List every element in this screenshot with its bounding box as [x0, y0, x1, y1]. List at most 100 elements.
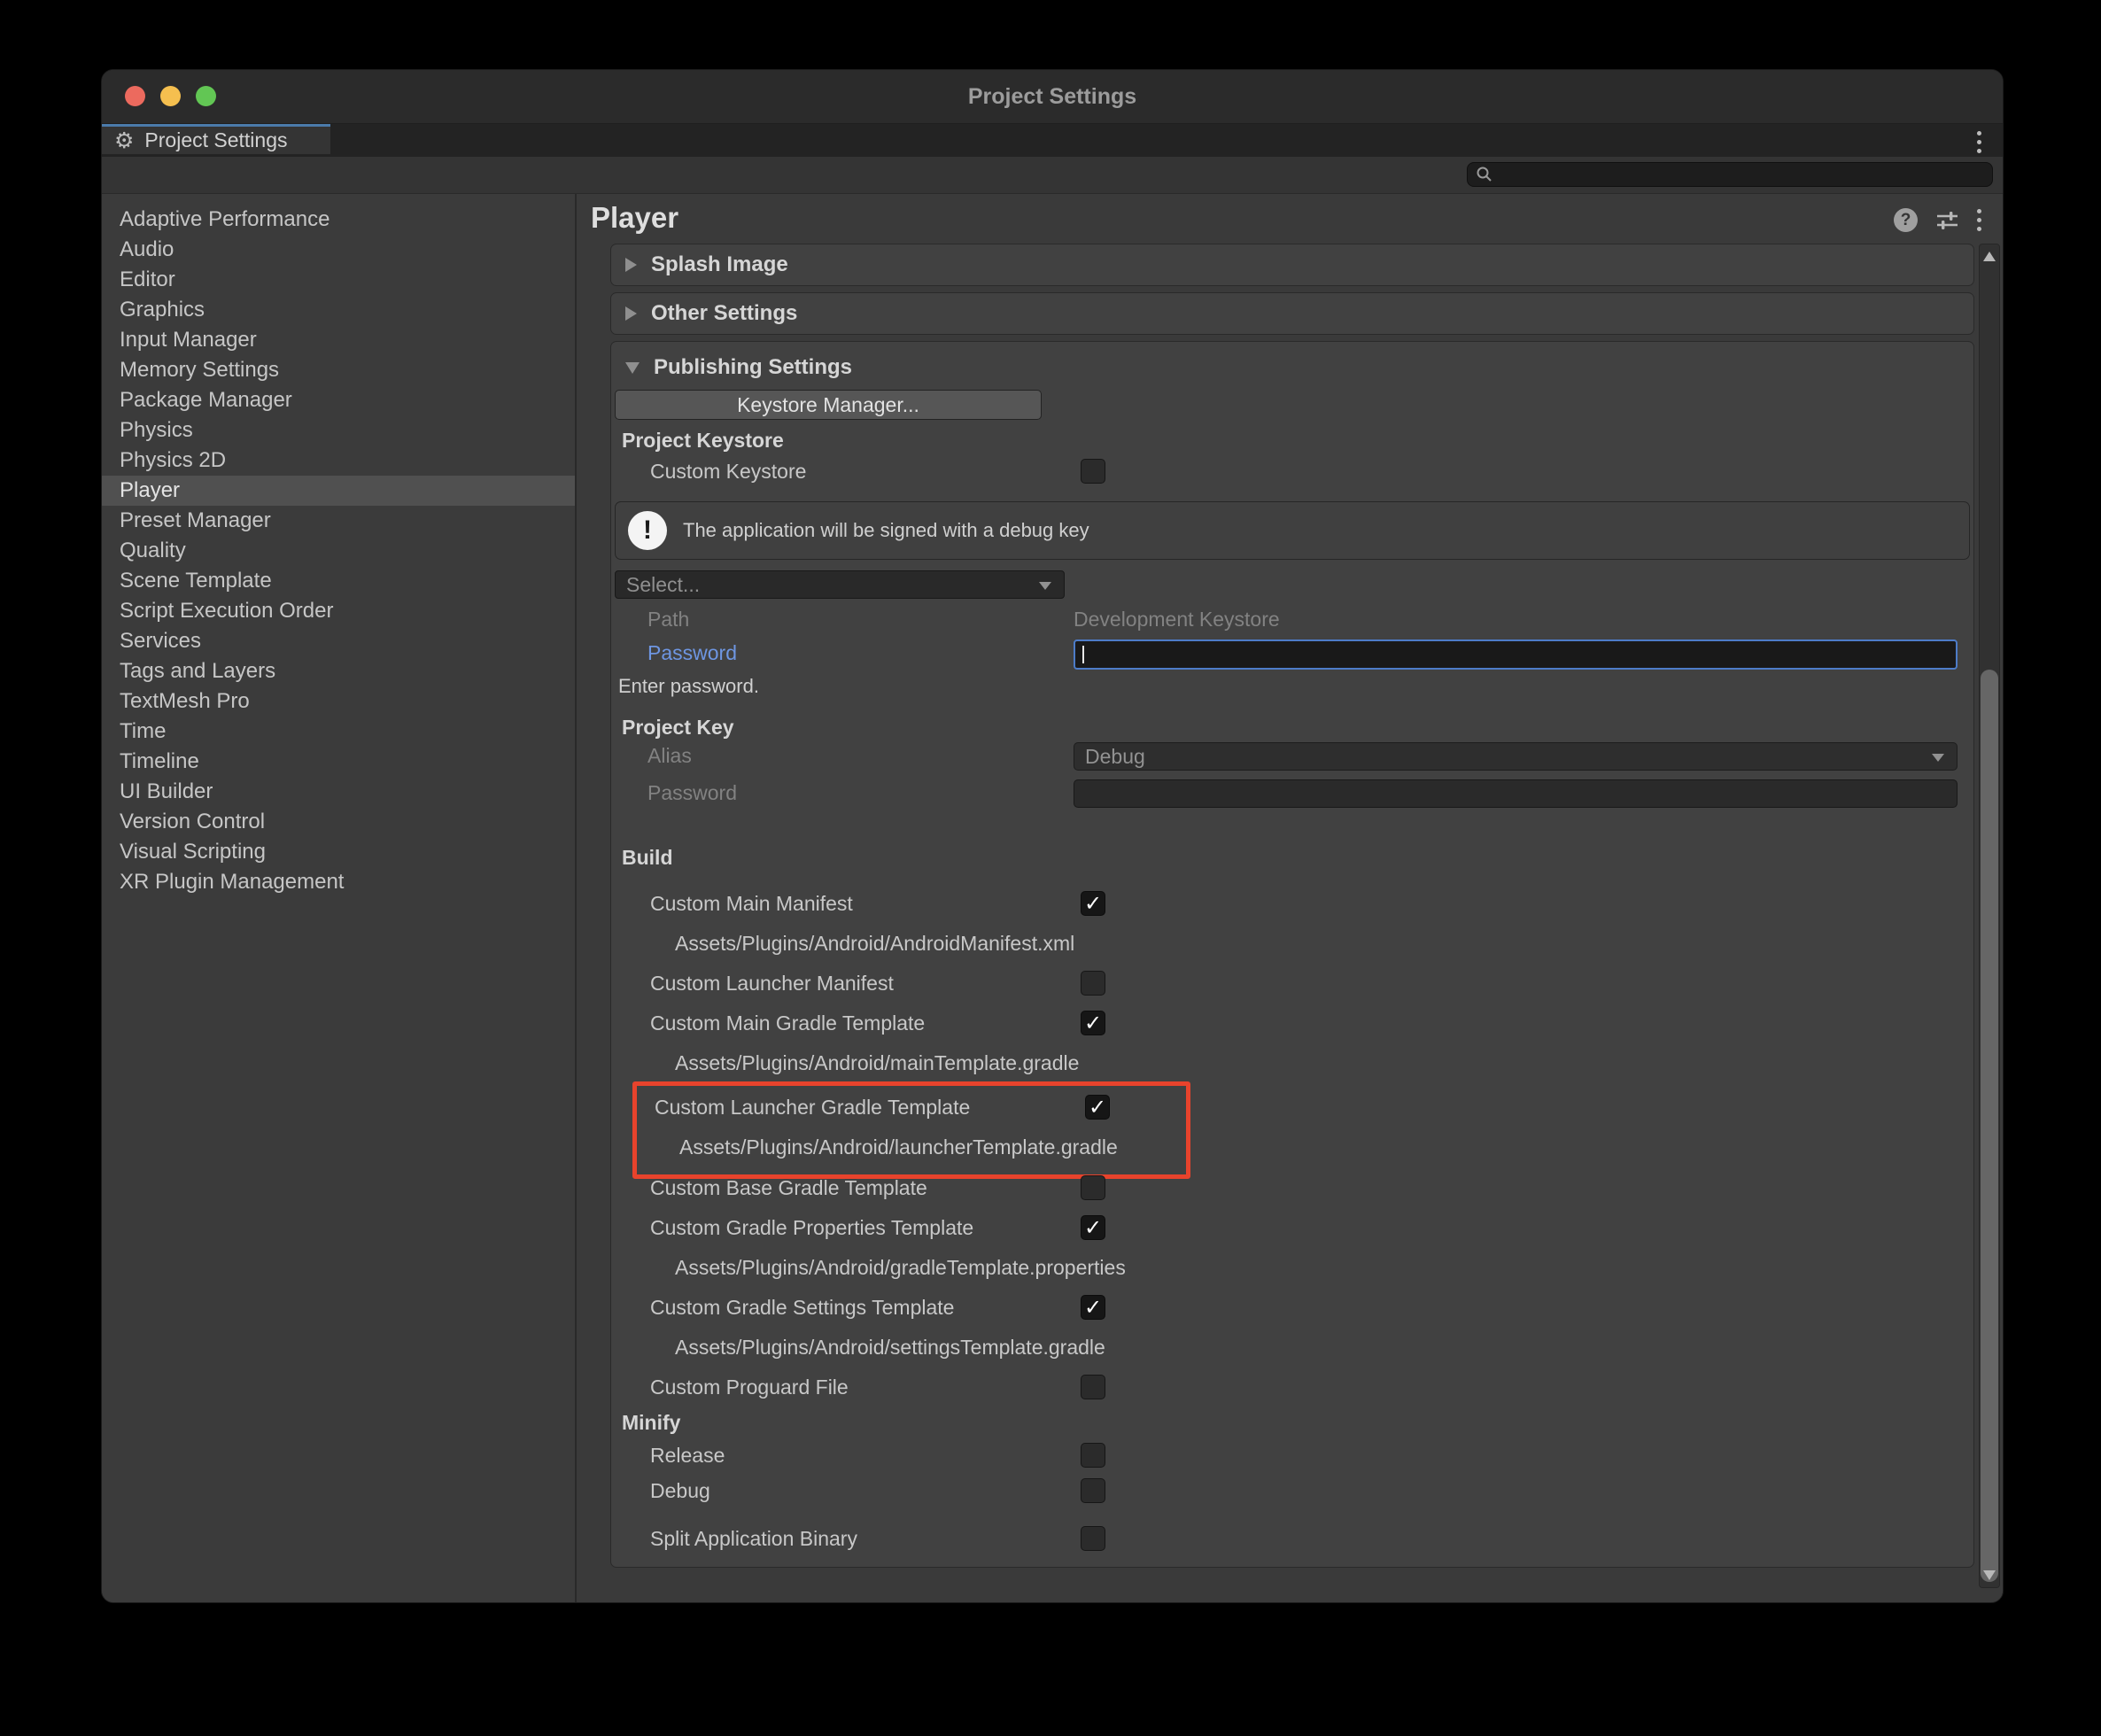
- path-label: Path: [647, 606, 689, 632]
- sidebar-item-player[interactable]: Player: [102, 476, 575, 506]
- window-title: Project Settings: [102, 70, 2003, 123]
- sidebar-item-audio[interactable]: Audio: [102, 235, 575, 265]
- custom-keystore-label: Custom Keystore: [611, 455, 1973, 487]
- sidebar-item-version-control[interactable]: Version Control: [102, 807, 575, 837]
- keystore-manager-button[interactable]: Keystore Manager...: [615, 390, 1042, 420]
- tab-menu-kebab-icon[interactable]: [1977, 131, 1981, 153]
- search-toolbar: [102, 157, 2003, 194]
- sidebar-item-services[interactable]: Services: [102, 626, 575, 656]
- sidebar-item-xr-plugin-management[interactable]: XR Plugin Management: [102, 867, 575, 897]
- sidebar-item-adaptive-performance[interactable]: Adaptive Performance: [102, 205, 575, 235]
- custom-keystore-checkbox[interactable]: [1081, 459, 1105, 484]
- key-password-input[interactable]: [1074, 779, 1958, 808]
- search-field[interactable]: [1467, 162, 1993, 187]
- section-label: Splash Image: [651, 252, 788, 277]
- sidebar-item-script-execution-order[interactable]: Script Execution Order: [102, 596, 575, 626]
- build-rows: Custom Main Manifest✓Assets/Plugins/Andr…: [611, 884, 1973, 1407]
- split-application-binary-label: Split Application Binary: [611, 1521, 1973, 1556]
- page-title: Player: [591, 201, 678, 235]
- sidebar-item-time[interactable]: Time: [102, 717, 575, 747]
- chevron-down-icon: [625, 362, 640, 374]
- section-splash-image[interactable]: Splash Image: [610, 244, 1974, 286]
- key-password-label: Password: [647, 779, 737, 806]
- sidebar-item-editor[interactable]: Editor: [102, 265, 575, 295]
- sidebar-item-memory-settings[interactable]: Memory Settings: [102, 355, 575, 385]
- section-label: Publishing Settings: [654, 355, 852, 380]
- sidebar-item-scene-template[interactable]: Scene Template: [102, 566, 575, 596]
- checkbox-custom-proguard-file[interactable]: [1081, 1375, 1105, 1399]
- checkbox-custom-base-gradle-template[interactable]: [1081, 1175, 1105, 1200]
- checkbox-custom-main-gradle-template[interactable]: ✓: [1081, 1011, 1105, 1035]
- checkbox-custom-gradle-settings-template[interactable]: ✓: [1081, 1295, 1105, 1320]
- panel-kebab-icon[interactable]: [1977, 209, 1981, 231]
- alias-dropdown[interactable]: Debug: [1074, 742, 1958, 771]
- path-assets-plugins-android-gradletemplate-properties: Assets/Plugins/Android/gradleTemplate.pr…: [611, 1248, 1973, 1288]
- warning-text: The application will be signed with a de…: [683, 519, 1089, 542]
- section-label: Other Settings: [651, 301, 797, 326]
- scrollbar-thumb[interactable]: [1981, 670, 1998, 1582]
- screen: Project Settings ⚙ Project Settings Adap…: [0, 0, 2101, 1736]
- scroll-down-icon[interactable]: [1983, 1570, 1996, 1580]
- tab-project-settings[interactable]: ⚙ Project Settings: [102, 124, 330, 154]
- sidebar-item-input-manager[interactable]: Input Manager: [102, 325, 575, 355]
- sidebar-item-physics-2d[interactable]: Physics 2D: [102, 446, 575, 476]
- checkbox-custom-launcher-gradle-template[interactable]: ✓: [1085, 1095, 1110, 1120]
- search-input[interactable]: [1494, 164, 1958, 186]
- scroll-up-icon[interactable]: [1983, 252, 1996, 261]
- label-minify-debug: Debug: [611, 1473, 1973, 1508]
- info-icon: !: [628, 511, 667, 550]
- path-assets-plugins-android-settingstemplate-gradle: Assets/Plugins/Android/settingsTemplate.…: [611, 1328, 1973, 1368]
- checkbox-minify-release[interactable]: [1081, 1443, 1105, 1468]
- sidebar-item-textmesh-pro[interactable]: TextMesh Pro: [102, 686, 575, 717]
- presets-icon[interactable]: [1935, 208, 1959, 232]
- sidebar-item-graphics[interactable]: Graphics: [102, 295, 575, 325]
- project-settings-window: Project Settings ⚙ Project Settings Adap…: [101, 69, 2004, 1603]
- sidebar-item-physics[interactable]: Physics: [102, 415, 575, 446]
- project-keystore-header: Project Keystore: [611, 425, 1973, 455]
- title-bar: Project Settings: [102, 70, 2003, 124]
- settings-category-list: Adaptive PerformanceAudioEditorGraphicsI…: [102, 194, 575, 1602]
- dropdown-value: Select...: [616, 571, 1064, 598]
- text-caret: [1082, 646, 1084, 663]
- keystore-password-input[interactable]: [1074, 639, 1958, 670]
- sidebar-item-tags-and-layers[interactable]: Tags and Layers: [102, 656, 575, 686]
- sidebar-item-ui-builder[interactable]: UI Builder: [102, 777, 575, 807]
- vertical-scrollbar[interactable]: [1979, 244, 2000, 1588]
- split-application-binary-checkbox[interactable]: [1081, 1526, 1105, 1551]
- player-settings-panel: Player ? Splash Image: [577, 194, 2003, 1602]
- sidebar-item-timeline[interactable]: Timeline: [102, 747, 575, 777]
- sidebar-item-quality[interactable]: Quality: [102, 536, 575, 566]
- checkbox-custom-launcher-manifest[interactable]: [1081, 971, 1105, 996]
- label-custom-proguard-file: Custom Proguard File: [611, 1368, 1973, 1407]
- row-custom-gradle-properties-template: Custom Gradle Properties Template✓: [611, 1208, 1973, 1248]
- publishing-settings-header[interactable]: Publishing Settings: [611, 353, 1973, 383]
- keystore-select-dropdown[interactable]: Select...: [615, 570, 1065, 599]
- path-assets-plugins-android-launchertemplate-gradle: Assets/Plugins/Android/launcherTemplate.…: [637, 1128, 1186, 1167]
- section-other-settings[interactable]: Other Settings: [610, 292, 1974, 335]
- chevron-right-icon: [625, 306, 637, 321]
- keystore-password-row: Password: [611, 639, 1973, 670]
- minify-header: Minify: [611, 1407, 1973, 1438]
- tab-label: Project Settings: [144, 128, 287, 152]
- project-key-header: Project Key: [611, 712, 1973, 742]
- password-link[interactable]: Password: [647, 639, 737, 666]
- keystore-path-row: Path Development Keystore: [611, 606, 1973, 632]
- row-custom-gradle-settings-template: Custom Gradle Settings Template✓: [611, 1288, 1973, 1328]
- label-custom-main-manifest: Custom Main Manifest: [611, 884, 1973, 924]
- search-icon: [1475, 165, 1494, 184]
- sidebar-item-visual-scripting[interactable]: Visual Scripting: [102, 837, 575, 867]
- sidebar-item-package-manager[interactable]: Package Manager: [102, 385, 575, 415]
- chevron-down-icon: [1932, 754, 1944, 762]
- help-icon[interactable]: ?: [1894, 208, 1918, 232]
- checkbox-custom-main-manifest[interactable]: ✓: [1081, 891, 1105, 916]
- settings-scroll-area: Splash Image Other Settings Publishing S…: [610, 244, 1974, 1585]
- row-minify-debug: Debug: [611, 1473, 1973, 1508]
- row-minify-release: Release: [611, 1438, 1973, 1473]
- alias-label: Alias: [647, 742, 692, 769]
- chevron-down-icon: [1039, 582, 1051, 590]
- label-custom-base-gradle-template: Custom Base Gradle Template: [611, 1168, 1973, 1208]
- row-custom-launcher-gradle-template: Custom Launcher Gradle Template✓: [637, 1088, 1186, 1128]
- checkbox-minify-debug[interactable]: [1081, 1478, 1105, 1503]
- checkbox-custom-gradle-properties-template[interactable]: ✓: [1081, 1215, 1105, 1240]
- sidebar-item-preset-manager[interactable]: Preset Manager: [102, 506, 575, 536]
